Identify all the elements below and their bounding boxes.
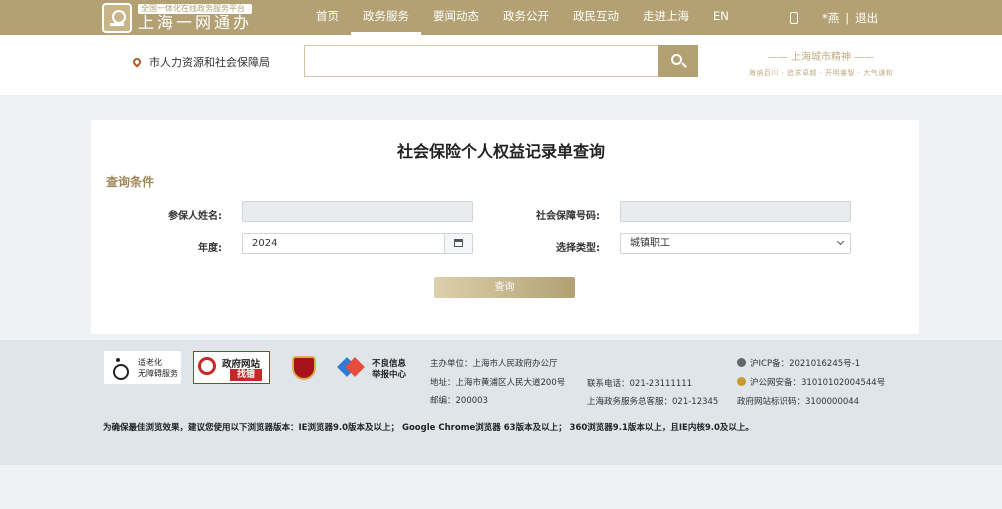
search-button[interactable] xyxy=(658,45,698,77)
search-input[interactable] xyxy=(304,45,659,77)
postcode-text: 邮编：200003 xyxy=(430,396,488,406)
city-spirit-title: —— 上海城市精神 —— xyxy=(767,52,875,63)
sponsor-text: 主办单位：上海市人民政府办公厅 xyxy=(430,359,558,369)
zhaocuo-title: 政府网站 xyxy=(222,359,261,370)
year-label: 年度: xyxy=(198,243,222,254)
magnifier-icon xyxy=(198,357,216,375)
chevron-down-icon xyxy=(836,237,845,246)
report-center-icon[interactable] xyxy=(337,357,365,379)
nav-gov-services[interactable]: 政务服务 xyxy=(351,0,421,35)
logo-title: 上海一网通办 xyxy=(138,12,253,32)
nav-interaction[interactable]: 政民互动 xyxy=(561,0,631,35)
type-value: 城镇职工 xyxy=(630,238,670,249)
address-text: 地址：上海市黄浦区人民大道200号 xyxy=(430,378,566,388)
department-selector[interactable]: 市人力资源和社会保障局 xyxy=(131,54,270,70)
report-center-label[interactable]: 不良信息 举报中心 xyxy=(372,359,406,381)
police-badge-icon xyxy=(737,377,746,386)
section-title: 查询条件 xyxy=(106,175,155,189)
zhaocuo-sub: 找错 xyxy=(230,369,263,381)
calendar-icon xyxy=(454,239,463,247)
department-name: 市人力资源和社会保障局 xyxy=(149,56,270,69)
service-phone-text: 上海政务服务总客服：021-12345 xyxy=(587,397,719,407)
user-area: *燕 | 退出 xyxy=(790,0,878,35)
accessibility-line2: 无障碍服务 xyxy=(138,368,178,378)
type-label: 选择类型: xyxy=(556,243,600,254)
user-name[interactable]: *燕 xyxy=(822,10,839,26)
city-spirit-banner: —— 上海城市精神 —— 海纳百川 · 追求卓越 · 开明睿智 · 大气谦和 xyxy=(736,48,906,78)
nav-gov-affairs[interactable]: 政务公开 xyxy=(491,0,561,35)
top-nav-bar: 全国一体化在线政务服务平台 上海一网通办 首页 政务服务 要闻动态 政务公开 政… xyxy=(0,0,1002,35)
logout-link[interactable]: 退出 xyxy=(855,10,878,26)
icp-icon xyxy=(737,358,746,367)
site-logo[interactable]: 全国一体化在线政务服务平台 上海一网通办 xyxy=(102,2,253,33)
nav-news[interactable]: 要闻动态 xyxy=(421,0,491,35)
accessibility-line1: 适老化 xyxy=(138,357,162,367)
wheelchair-icon xyxy=(110,357,132,380)
separator: | xyxy=(845,10,850,25)
phone-text: 联系电话：021-23111111 xyxy=(587,379,693,389)
city-spirit-motto: 海纳百川 · 追求卓越 · 开明睿智 · 大气谦和 xyxy=(748,69,894,77)
name-label: 参保人姓名: xyxy=(168,211,222,222)
mobile-icon[interactable] xyxy=(790,11,798,24)
ssn-field[interactable] xyxy=(620,201,851,222)
site-code-text: 政府网站标识码：3100000044 xyxy=(737,397,860,407)
location-pin-icon xyxy=(131,56,143,68)
police-record-link[interactable]: 沪公网安备：31010102004544号 xyxy=(750,376,885,388)
main-nav: 首页 政务服务 要闻动态 政务公开 政民互动 走进上海 EN xyxy=(304,0,741,35)
year-field[interactable]: 2024 xyxy=(242,233,473,254)
ssn-label: 社会保障号码: xyxy=(536,211,600,222)
browser-recommendation: 为确保最佳浏览效果，建议您使用以下浏览器版本：IE浏览器9.0版本及以上； Go… xyxy=(103,423,754,433)
calendar-button[interactable] xyxy=(444,234,472,253)
shanghai-emblem-icon xyxy=(102,2,132,33)
query-button[interactable]: 查询 xyxy=(434,277,575,298)
logo-tagline: 全国一体化在线政务服务平台 xyxy=(138,3,253,14)
icp-link[interactable]: 沪ICP备：2021016245号-1 xyxy=(750,357,860,369)
nav-about-shanghai[interactable]: 走进上海 xyxy=(631,0,701,35)
year-value: 2024 xyxy=(252,238,278,249)
accessibility-badge[interactable]: 适老化 无障碍服务 xyxy=(104,351,181,384)
page-title: 社会保险个人权益记录单查询 xyxy=(396,142,605,161)
gov-site-error-report-badge[interactable]: 政府网站 找错 xyxy=(193,351,270,384)
nav-english[interactable]: EN xyxy=(701,0,741,35)
type-select[interactable]: 城镇职工 xyxy=(620,233,851,254)
nav-home[interactable]: 首页 xyxy=(304,0,351,35)
party-org-emblem-icon[interactable] xyxy=(292,356,316,380)
name-field[interactable] xyxy=(242,201,473,222)
